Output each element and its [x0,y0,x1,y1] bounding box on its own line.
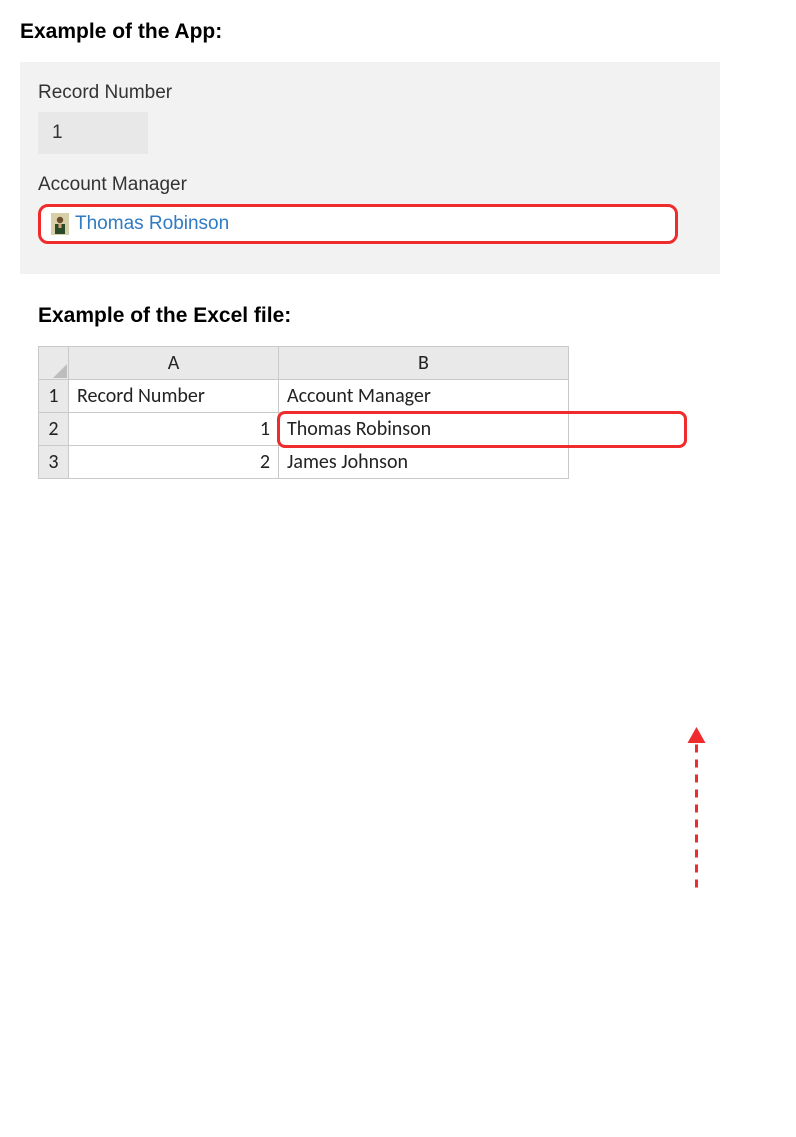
excel-cell-b2[interactable]: Thomas Robinson [279,413,569,446]
heading-app-example: Example of the App: [20,20,776,44]
excel-cell-b3[interactable]: James Johnson [279,446,569,479]
arrow-link-icon [20,479,796,1137]
excel-row-2: 2 1 Thomas Robinson [39,413,569,446]
excel-col-header-b[interactable]: B [279,347,569,380]
excel-row-header-2[interactable]: 2 [39,413,69,446]
record-number-label: Record Number [38,82,702,104]
account-manager-label: Account Manager [38,174,702,196]
record-number-value: 1 [38,112,148,154]
excel-row-header-3[interactable]: 3 [39,446,69,479]
excel-table: A B 1 Record Number Account Manager 2 1 … [38,346,569,479]
excel-cell-a1[interactable]: Record Number [69,380,279,413]
excel-cell-a2[interactable]: 1 [69,413,279,446]
excel-table-wrap: A B 1 Record Number Account Manager 2 1 … [38,346,776,479]
account-manager-name[interactable]: Thomas Robinson [75,213,229,235]
excel-row-1: 1 Record Number Account Manager [39,380,569,413]
excel-cell-a3[interactable]: 2 [69,446,279,479]
excel-row-header-1[interactable]: 1 [39,380,69,413]
heading-excel-example: Example of the Excel file: [38,304,776,328]
excel-col-header-a[interactable]: A [69,347,279,380]
user-avatar-icon [51,213,69,235]
excel-column-header-row: A B [39,347,569,380]
app-panel: Record Number 1 Account Manager Thomas R… [20,62,720,274]
excel-select-all-corner[interactable] [39,347,69,380]
excel-row-3: 3 2 James Johnson [39,446,569,479]
account-manager-row: Thomas Robinson [38,204,678,244]
excel-cell-b1[interactable]: Account Manager [279,380,569,413]
